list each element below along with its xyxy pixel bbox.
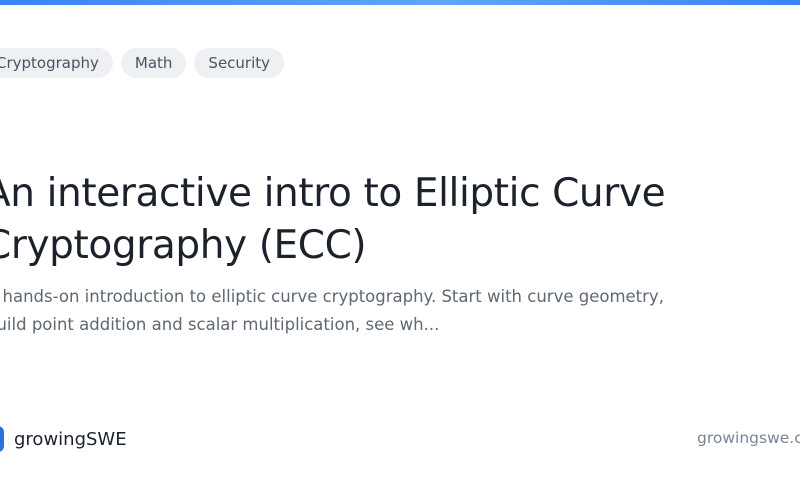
tag-list: Cryptography Math Security — [0, 48, 285, 78]
tag-cryptography[interactable]: Cryptography — [0, 48, 113, 78]
brand-logo-icon — [0, 426, 4, 452]
article-title[interactable]: An interactive intro to Elliptic Curve C… — [0, 168, 774, 272]
tag-security[interactable]: Security — [194, 48, 285, 78]
brand-name: growingSWE — [14, 428, 127, 450]
article-preview-card: Cryptography Math Security An interactiv… — [0, 0, 800, 500]
article-description: A hands-on introduction to elliptic curv… — [0, 287, 664, 334]
top-accent-bar — [0, 0, 800, 5]
brand[interactable]: growingSWE — [0, 426, 127, 452]
site-url[interactable]: growingswe.com — [697, 429, 800, 447]
tag-math[interactable]: Math — [120, 48, 187, 78]
